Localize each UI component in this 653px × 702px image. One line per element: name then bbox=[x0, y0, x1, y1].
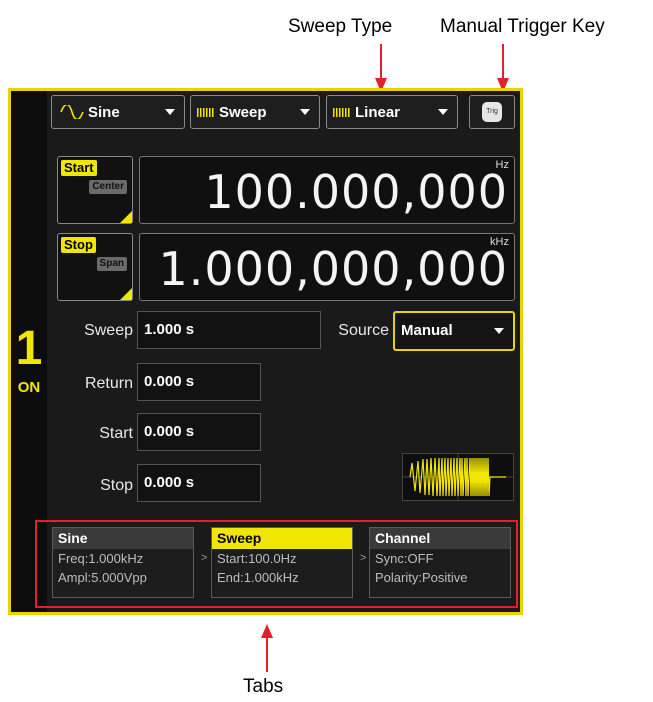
stop-tag: Stop bbox=[61, 237, 96, 253]
tab-title: Channel bbox=[370, 528, 510, 549]
start-hold-label: Start bbox=[99, 425, 133, 442]
stop-frequency-value: 1.000,000,000 bbox=[158, 242, 508, 296]
center-tag: Center bbox=[89, 180, 127, 194]
corner-marker-icon bbox=[120, 288, 132, 300]
channel-state: ON bbox=[17, 379, 41, 396]
sweep-type-arrow bbox=[375, 44, 387, 92]
chevron-right-icon: > bbox=[201, 552, 208, 564]
mode-label: Sweep bbox=[219, 103, 267, 121]
chevron-down-icon bbox=[300, 109, 310, 115]
source-dropdown[interactable]: Manual bbox=[393, 311, 515, 351]
linear-sweep-icon bbox=[333, 107, 351, 117]
tab-line: Start:100.0Hz bbox=[217, 551, 297, 566]
tab-title: Sweep bbox=[212, 528, 352, 549]
source-label: Source bbox=[338, 322, 389, 339]
waveform-dropdown[interactable]: Sine bbox=[51, 95, 185, 129]
start-frequency-value: 100.000,000 bbox=[204, 165, 508, 219]
stop-frequency-field[interactable]: kHz 1.000,000,000 bbox=[139, 233, 515, 301]
tab-channel[interactable]: Channel Sync:OFF Polarity:Positive bbox=[369, 527, 511, 598]
sweep-type-callout: Sweep Type bbox=[288, 16, 393, 37]
start-frequency-field[interactable]: Hz 100.000,000 bbox=[139, 156, 515, 224]
sine-wave-icon bbox=[60, 105, 84, 119]
trigger-key-arrow bbox=[497, 44, 509, 92]
tab-sweep[interactable]: Sweep Start:100.0Hz End:1.000kHz bbox=[211, 527, 353, 598]
tab-line: End:1.000kHz bbox=[217, 570, 299, 585]
start-tag: Start bbox=[61, 160, 97, 176]
tab-line: Freq:1.000kHz bbox=[58, 551, 144, 566]
start-center-toggle[interactable]: Start Center bbox=[57, 156, 133, 224]
sweep-waveform-preview bbox=[402, 453, 514, 501]
chevron-right-icon: > bbox=[360, 552, 367, 564]
tab-line: Polarity:Positive bbox=[375, 570, 468, 585]
sweep-time-field[interactable]: 1.000 s bbox=[137, 311, 321, 349]
tab-line: Ampl:5.000Vpp bbox=[58, 570, 147, 585]
sweep-time-label: Sweep bbox=[84, 322, 133, 339]
waveform-label: Sine bbox=[88, 103, 120, 121]
sweep-type-label: Linear bbox=[355, 103, 401, 121]
chevron-down-icon bbox=[438, 109, 448, 115]
return-time-label: Return bbox=[84, 375, 133, 392]
trig-key-icon: Trig bbox=[482, 102, 502, 122]
corner-marker-icon bbox=[120, 211, 132, 223]
channel-number: 1 bbox=[15, 322, 43, 375]
chevron-down-icon bbox=[494, 328, 504, 334]
tab-sine[interactable]: Sine Freq:1.000kHz Ampl:5.000Vpp bbox=[52, 527, 194, 598]
start-hold-field[interactable]: 0.000 s bbox=[137, 413, 261, 451]
source-value: Manual bbox=[401, 322, 453, 339]
manual-trigger-key-callout: Manual Trigger Key bbox=[440, 16, 605, 37]
tabs-arrow bbox=[261, 624, 273, 672]
tabs-callout: Tabs bbox=[243, 676, 284, 697]
return-time-field[interactable]: 0.000 s bbox=[137, 363, 261, 401]
manual-trigger-button[interactable]: Trig bbox=[469, 95, 515, 129]
stop-hold-label: Stop bbox=[100, 477, 133, 494]
stop-span-toggle[interactable]: Stop Span bbox=[57, 233, 133, 301]
tab-title: Sine bbox=[53, 528, 193, 549]
sweep-type-dropdown[interactable]: Linear bbox=[326, 95, 458, 129]
span-tag: Span bbox=[96, 257, 127, 271]
mode-dropdown[interactable]: Sweep bbox=[190, 95, 320, 129]
tab-line: Sync:OFF bbox=[375, 551, 434, 566]
chevron-down-icon bbox=[165, 109, 175, 115]
stop-hold-field[interactable]: 0.000 s bbox=[137, 464, 261, 502]
sweep-icon bbox=[197, 107, 215, 117]
